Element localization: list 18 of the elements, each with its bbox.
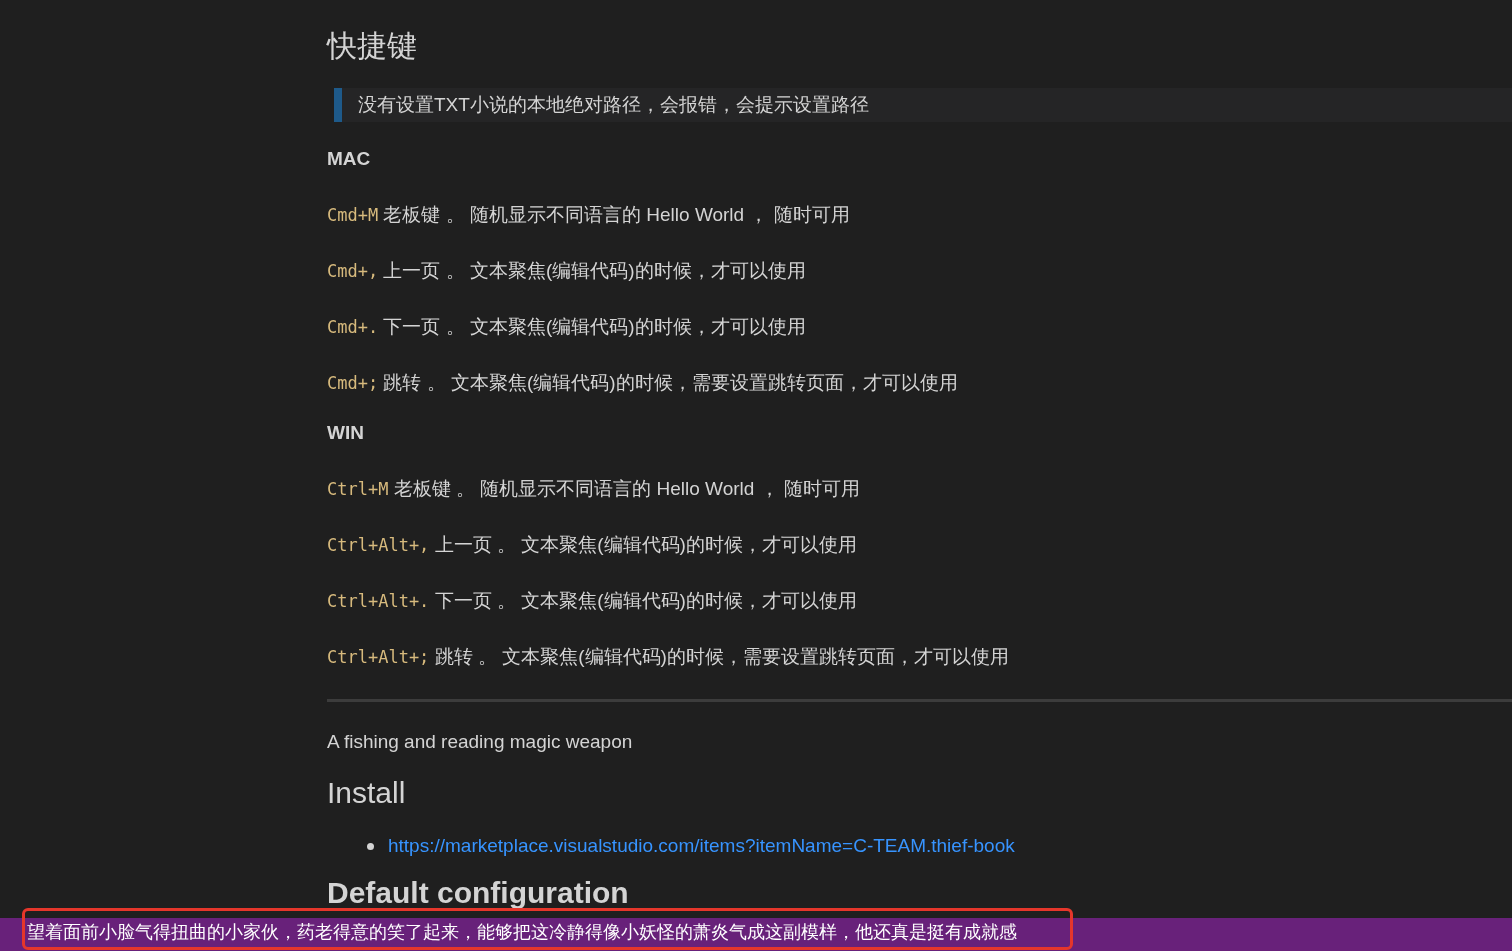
- shortcut-line: Ctrl+Alt+, 上一页 。 文本聚焦(编辑代码)的时候，才可以使用: [327, 533, 857, 557]
- marketplace-link[interactable]: https://marketplace.visualstudio.com/items?itemName=C-TEAM.thief-book: [388, 833, 1015, 859]
- subheading: MAC: [327, 147, 371, 171]
- shortcut-line: Cmd+M 老板键 。 随机显示不同语言的 Hello World ， 随时可用: [327, 203, 850, 227]
- shortcut-line: Ctrl+Alt+; 跳转 。 文本聚焦(编辑代码)的时候，需要设置跳转页面，才可以使用: [327, 645, 1009, 669]
- section-heading: 快捷键: [327, 28, 417, 64]
- tagline: A fishing and reading magic weapon: [327, 730, 633, 754]
- section-heading: Install: [327, 775, 406, 811]
- section-heading: Default configuration: [327, 875, 629, 911]
- shortcut-line: Cmd+, 上一页 。 文本聚焦(编辑代码)的时候，才可以使用: [327, 259, 806, 283]
- blockquote: 没有设置TXT小说的本地绝对路径，会报错，会提示设置路径: [334, 88, 1512, 122]
- status-text: 望着面前小脸气得扭曲的小家伙，药老得意的笑了起来，能够把这冷静得像小妖怪的萧炎气成这副模样，他还真是挺有成就感: [27, 921, 1017, 944]
- shortcut-line: Cmd+. 下一页 。 文本聚焦(编辑代码)的时候，才可以使用: [327, 315, 806, 339]
- shortcut-line: Ctrl+Alt+. 下一页 。 文本聚焦(编辑代码)的时候，才可以使用: [327, 589, 857, 613]
- shortcut-line: Cmd+; 跳转 。 文本聚焦(编辑代码)的时候，需要设置跳转页面，才可以使用: [327, 371, 958, 395]
- bullet-icon: [367, 842, 374, 850]
- shortcut-line: Ctrl+M 老板键 。 随机显示不同语言的 Hello World ， 随时可用: [327, 477, 860, 501]
- subheading: WIN: [327, 421, 364, 445]
